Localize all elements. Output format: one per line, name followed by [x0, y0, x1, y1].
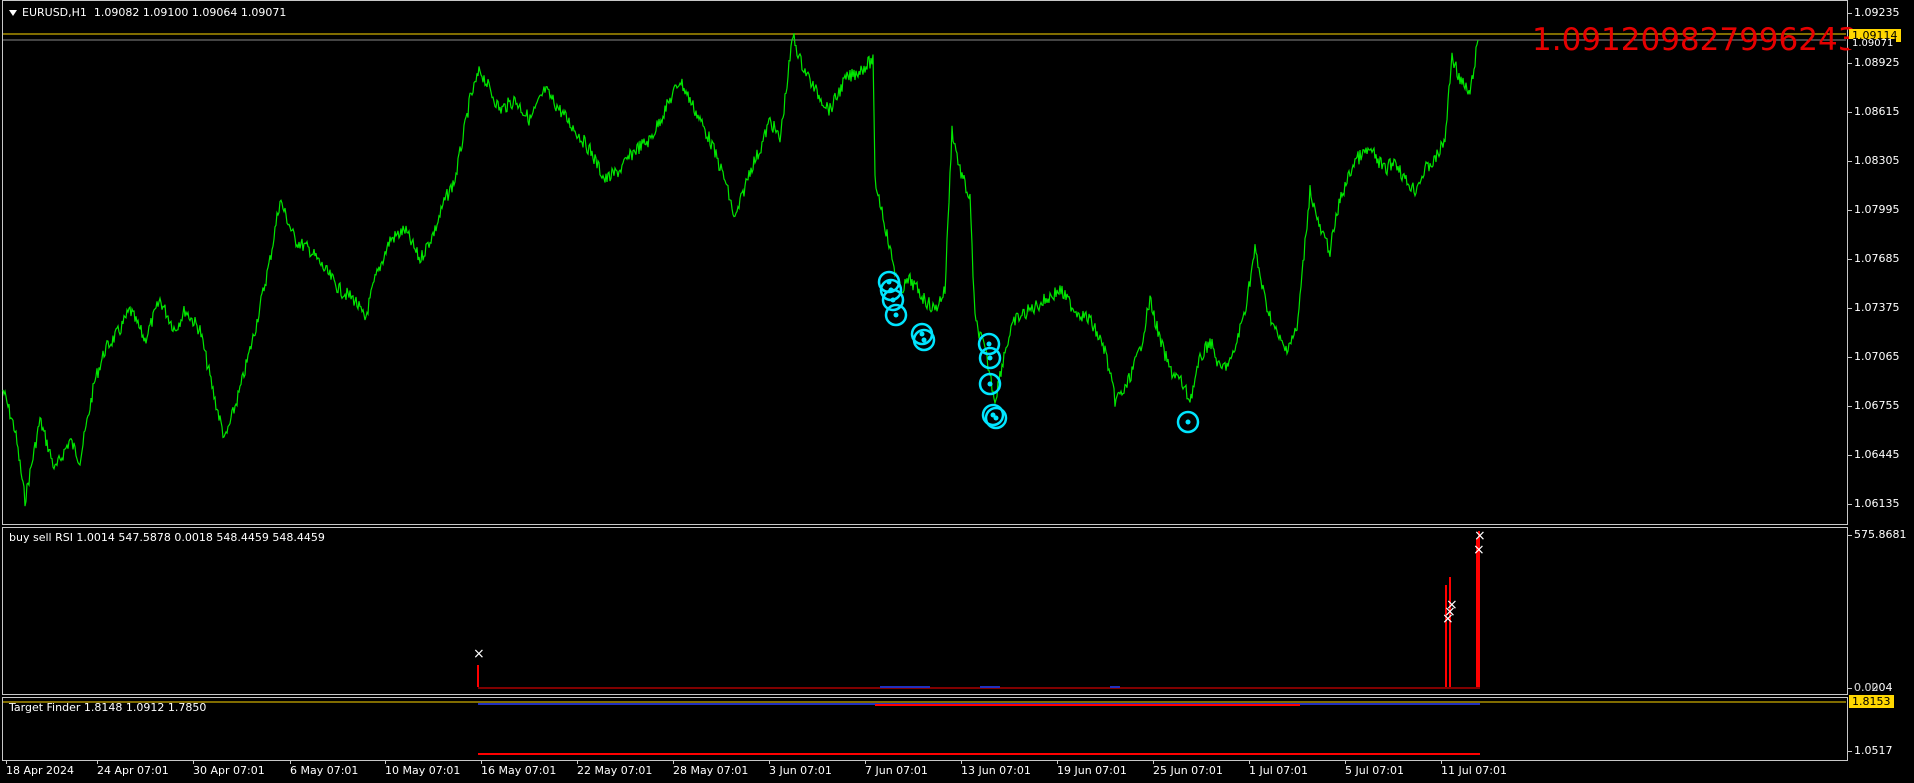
time-tick: 28 May 07:01 [673, 760, 749, 777]
signal-circle-dot [921, 337, 927, 343]
time-tick: 3 Jun 07:01 [769, 760, 832, 777]
price-tick: 1.08615 [1848, 105, 1900, 118]
price-tick: 1.08925 [1848, 56, 1900, 69]
signal-circle-dot [993, 415, 999, 421]
target-finder-canvas [3, 701, 1846, 755]
signal-circle-dot [893, 312, 899, 318]
time-tick: 16 May 07:01 [481, 760, 557, 777]
time-tick: 6 May 07:01 [290, 760, 359, 777]
rsi-canvas: ×××××× [473, 528, 1486, 689]
price-tick: 1.06445 [1848, 448, 1900, 461]
time-tick: 18 Apr 2024 [6, 760, 75, 777]
signal-circle-dot [987, 355, 993, 361]
time-tick: 24 Apr 07:01 [97, 760, 169, 777]
price-chart-canvas [2, 33, 1846, 507]
price-tick: 1.07065 [1848, 350, 1900, 363]
rsi-x-marker: × [473, 646, 485, 662]
rsi-x-marker: × [1446, 597, 1458, 613]
signal-circle-dot [987, 381, 993, 387]
rsi-tick-overlap: 0.00 [1848, 681, 1879, 694]
time-tick: 10 May 07:01 [385, 760, 461, 777]
time-axis[interactable]: 18 Apr 2024 24 Apr 07:01 30 Apr 07:01 6 … [0, 760, 1914, 783]
rsi-x-marker: × [1473, 542, 1485, 558]
current-price-badge: 1.09071 [1849, 39, 1897, 49]
price-tick: 1.07375 [1848, 301, 1900, 314]
signal-circle-dot [986, 341, 992, 347]
time-tick: 22 May 07:01 [577, 760, 653, 777]
time-tick: 13 Jun 07:01 [961, 760, 1031, 777]
tf-tick: 1.0517 [1848, 744, 1893, 757]
signal-circle-dot [1185, 419, 1191, 425]
target-finder-badge: 1.8153 [1849, 695, 1894, 708]
price-line [2, 33, 1479, 507]
price-tick: 1.09235 [1848, 6, 1900, 19]
price-tick: 1.07995 [1848, 203, 1900, 216]
price-tick: 1.07685 [1848, 252, 1900, 265]
time-tick: 1 Jul 07:01 [1249, 760, 1308, 777]
time-tick: 11 Jul 07:01 [1441, 760, 1507, 777]
time-tick: 19 Jun 07:01 [1057, 760, 1127, 777]
rsi-x-marker: × [1474, 528, 1486, 544]
price-axis[interactable]: 1.09235 1.08925 1.08615 1.08305 1.07995 … [1848, 0, 1914, 761]
time-tick: 5 Jul 07:01 [1345, 760, 1404, 777]
price-tick: 1.06755 [1848, 399, 1900, 412]
price-tick: 1.06135 [1848, 497, 1900, 510]
time-tick: 30 Apr 07:01 [193, 760, 265, 777]
price-tick: 1.08305 [1848, 154, 1900, 167]
rsi-tick: 575.8681 [1848, 528, 1907, 541]
signal-circle-dot [919, 331, 925, 337]
signal-circle-dot [890, 297, 896, 303]
time-tick: 25 Jun 07:01 [1153, 760, 1223, 777]
big-price-readout: 1.091209827996243 [1532, 22, 1858, 58]
time-tick: 7 Jun 07:01 [865, 760, 928, 777]
